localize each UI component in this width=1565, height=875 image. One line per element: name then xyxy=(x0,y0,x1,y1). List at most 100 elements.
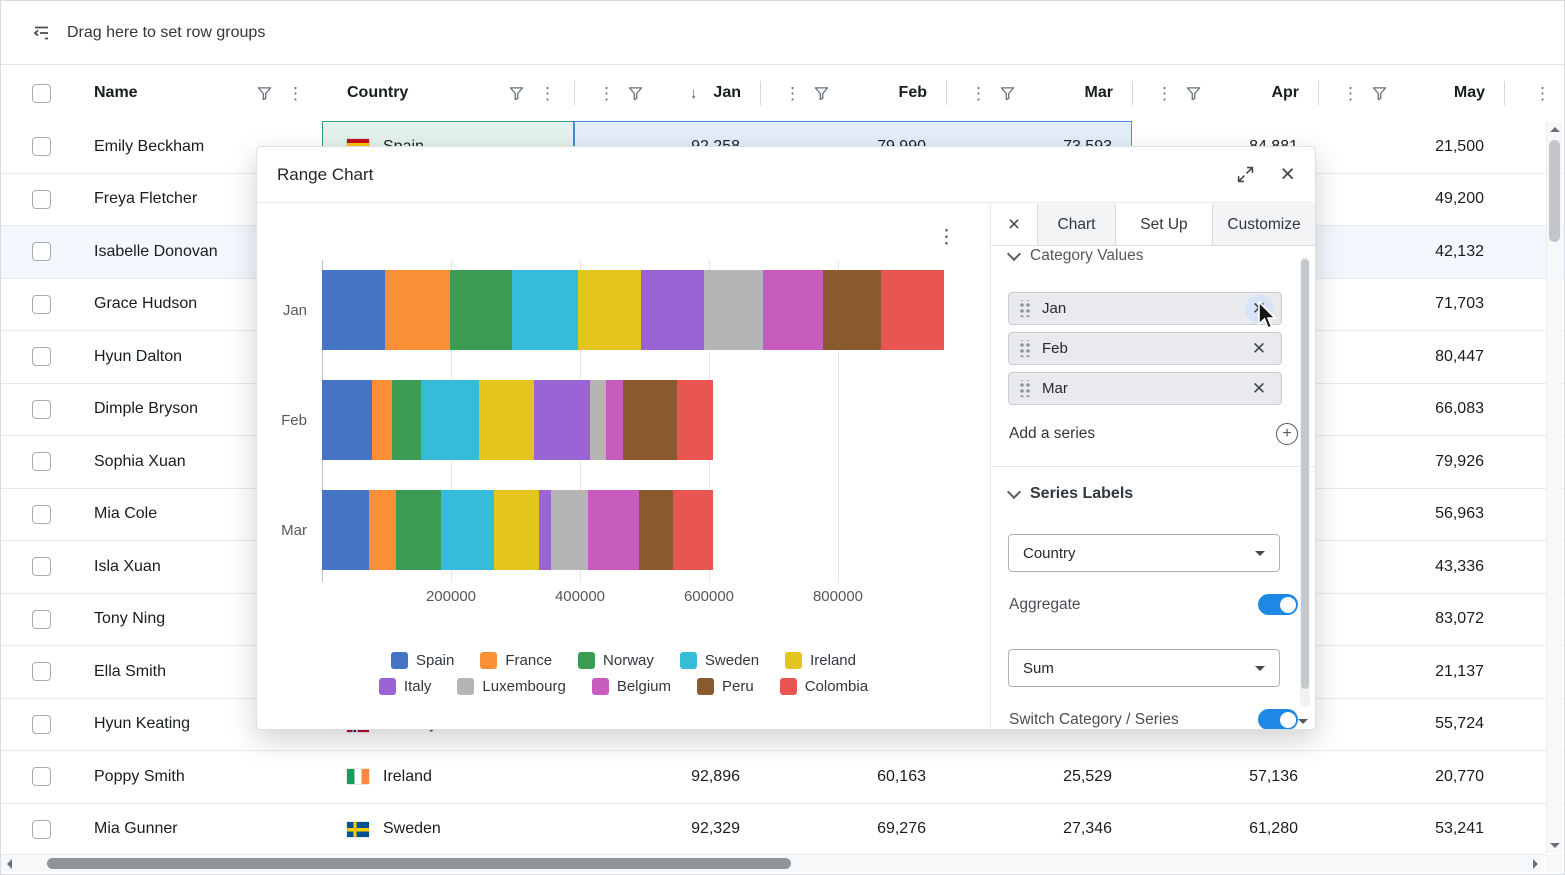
stacked-bar-feb[interactable] xyxy=(322,380,967,460)
row-checkbox[interactable] xyxy=(32,820,51,839)
cell-jan[interactable]: 92,329 xyxy=(574,804,760,856)
cell-may[interactable]: 79,926 xyxy=(1318,436,1504,488)
column-menu-icon[interactable]: ⋮ xyxy=(970,85,987,102)
bar-segment-belgium[interactable] xyxy=(606,380,623,460)
column-header-mar[interactable]: ⋮ Mar xyxy=(946,65,1132,121)
row-checkbox[interactable] xyxy=(32,137,51,156)
cell-may[interactable]: 49,200 xyxy=(1318,174,1504,226)
table-row[interactable]: Poppy SmithIreland92,89660,16325,52957,1… xyxy=(1,751,1564,804)
vertical-scrollbar[interactable] xyxy=(1546,122,1562,853)
row-checkbox[interactable] xyxy=(32,662,51,681)
column-header-may[interactable]: ⋮ May xyxy=(1318,65,1504,121)
bar-segment-luxembourg[interactable] xyxy=(551,490,588,570)
filter-icon[interactable] xyxy=(1000,86,1015,101)
bar-segment-peru[interactable] xyxy=(823,270,881,350)
series-label-select[interactable]: Country xyxy=(1008,534,1280,572)
legend-item-peru[interactable]: Peru xyxy=(697,678,754,695)
column-header-partial[interactable]: ⋮ xyxy=(1504,65,1564,121)
category-chip-feb[interactable]: Feb ✕ xyxy=(1008,332,1282,365)
filter-icon[interactable] xyxy=(257,86,272,101)
row-checkbox[interactable] xyxy=(32,347,51,366)
column-header-country[interactable]: Country ⋮ xyxy=(322,65,574,121)
category-chip-jan[interactable]: Jan ✕ xyxy=(1008,292,1282,325)
bar-segment-france[interactable] xyxy=(372,380,392,460)
bar-segment-belgium[interactable] xyxy=(588,490,639,570)
switch-category-series-toggle[interactable] xyxy=(1258,709,1298,729)
column-header-jan[interactable]: ⋮ ↓ Jan xyxy=(574,65,760,121)
bar-segment-ireland[interactable] xyxy=(494,490,539,570)
stacked-bar-mar[interactable] xyxy=(322,490,967,570)
row-checkbox[interactable] xyxy=(32,400,51,419)
vertical-scrollbar-thumb[interactable] xyxy=(1549,140,1560,242)
horizontal-scrollbar[interactable] xyxy=(1,854,1544,872)
column-menu-icon[interactable]: ⋮ xyxy=(539,85,556,102)
cell-may[interactable]: 21,137 xyxy=(1318,646,1504,698)
cell-may[interactable]: 71,703 xyxy=(1318,279,1504,331)
drag-handle-icon[interactable] xyxy=(1019,340,1031,357)
stacked-bar-jan[interactable] xyxy=(322,270,967,350)
legend-item-ireland[interactable]: Ireland xyxy=(785,652,856,669)
bar-segment-colombia[interactable] xyxy=(881,270,944,350)
maximize-icon[interactable] xyxy=(1237,166,1254,183)
drag-handle-icon[interactable] xyxy=(1019,380,1031,397)
column-header-feb[interactable]: ⋮ Feb xyxy=(760,65,946,121)
bar-segment-colombia[interactable] xyxy=(673,490,713,570)
column-header-apr[interactable]: ⋮ Apr xyxy=(1132,65,1318,121)
panel-close-icon[interactable]: × xyxy=(991,204,1037,245)
cell-feb[interactable]: 69,276 xyxy=(760,804,946,856)
series-labels-group-header[interactable]: Series Labels xyxy=(1009,485,1133,503)
row-checkbox[interactable] xyxy=(32,767,51,786)
bar-segment-sweden[interactable] xyxy=(512,270,578,350)
panel-scrollbar-thumb[interactable] xyxy=(1301,259,1309,689)
row-group-drop-zone[interactable]: Drag here to set row groups xyxy=(1,1,1564,65)
tab-chart[interactable]: Chart xyxy=(1037,204,1115,245)
tab-customize[interactable]: Customize xyxy=(1212,204,1315,245)
category-chip-mar[interactable]: Mar ✕ xyxy=(1008,372,1282,405)
bar-segment-italy[interactable] xyxy=(534,380,591,460)
cell-may[interactable]: 80,447 xyxy=(1318,331,1504,383)
legend-item-norway[interactable]: Norway xyxy=(578,652,654,669)
filter-icon[interactable] xyxy=(628,86,643,101)
filter-icon[interactable] xyxy=(814,86,829,101)
add-series-icon[interactable]: + xyxy=(1276,423,1298,445)
cell-name[interactable]: Mia Gunner xyxy=(82,804,322,856)
bar-segment-norway[interactable] xyxy=(392,380,421,460)
chip-remove-icon[interactable]: ✕ xyxy=(1245,335,1273,363)
bar-segment-france[interactable] xyxy=(369,490,396,570)
scroll-left-arrow[interactable] xyxy=(7,859,12,869)
row-checkbox[interactable] xyxy=(32,452,51,471)
bar-segment-luxembourg[interactable] xyxy=(590,380,606,460)
row-checkbox[interactable] xyxy=(32,295,51,314)
bar-segment-colombia[interactable] xyxy=(677,380,713,460)
column-header-name[interactable]: Name ⋮ xyxy=(82,65,322,121)
bar-segment-norway[interactable] xyxy=(396,490,441,570)
column-menu-icon[interactable]: ⋮ xyxy=(287,85,304,102)
cell-mar[interactable]: 27,346 xyxy=(946,804,1132,856)
aggregate-func-select[interactable]: Sum xyxy=(1008,649,1280,687)
legend-item-france[interactable]: France xyxy=(480,652,552,669)
horizontal-scrollbar-thumb[interactable] xyxy=(47,858,791,869)
row-checkbox[interactable] xyxy=(32,190,51,209)
bar-segment-italy[interactable] xyxy=(641,270,704,350)
cell-country[interactable]: Ireland xyxy=(322,751,574,803)
legend-item-sweden[interactable]: Sweden xyxy=(680,652,759,669)
tab-set-up[interactable]: Set Up xyxy=(1115,204,1212,245)
cell-feb[interactable]: 60,163 xyxy=(760,751,946,803)
bar-segment-luxembourg[interactable] xyxy=(704,270,763,350)
cell-country[interactable]: Sweden xyxy=(322,804,574,856)
row-checkbox[interactable] xyxy=(32,242,51,261)
scroll-down-arrow[interactable] xyxy=(1550,843,1560,848)
cell-name[interactable]: Poppy Smith xyxy=(82,751,322,803)
bar-segment-spain[interactable] xyxy=(322,490,369,570)
panel-scroll-down-arrow[interactable] xyxy=(1298,719,1308,724)
bar-segment-belgium[interactable] xyxy=(763,270,823,350)
legend-item-spain[interactable]: Spain xyxy=(391,652,454,669)
cell-may[interactable]: 55,724 xyxy=(1318,699,1504,751)
bar-segment-ireland[interactable] xyxy=(578,270,641,350)
dialog-close-icon[interactable]: × xyxy=(1280,162,1295,187)
cell-apr[interactable]: 61,280 xyxy=(1132,804,1318,856)
bar-segment-sweden[interactable] xyxy=(441,490,493,570)
legend-item-colombia[interactable]: Colombia xyxy=(780,678,868,695)
row-checkbox[interactable] xyxy=(32,715,51,734)
cell-apr[interactable]: 57,136 xyxy=(1132,751,1318,803)
